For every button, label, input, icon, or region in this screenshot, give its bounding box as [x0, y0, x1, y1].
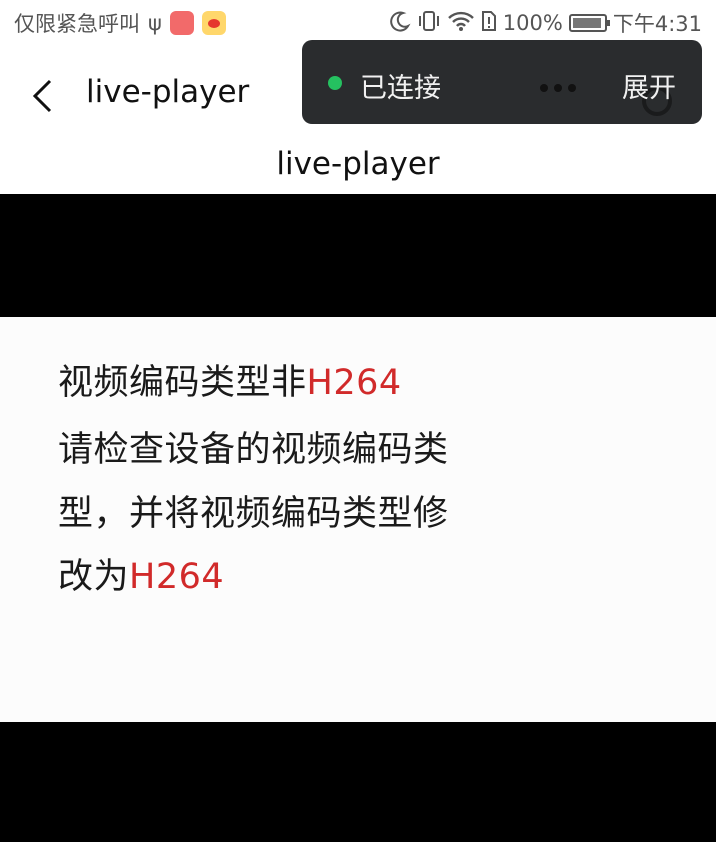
- carrier-status-text: 仅限紧急呼叫: [14, 12, 140, 36]
- expand-button[interactable]: 展开: [622, 66, 676, 105]
- battery-icon: [568, 14, 610, 32]
- video-letterbox-bottom: [0, 722, 716, 842]
- vibrate-icon: [417, 10, 441, 37]
- video-letterbox-top: [0, 194, 716, 317]
- clock: 下午4:31: [612, 12, 702, 36]
- error-line-4: 改为H264: [58, 557, 225, 597]
- usb-icon: ψ: [148, 11, 162, 35]
- app-notification-icon: [169, 11, 194, 35]
- connected-indicator-icon: [328, 76, 342, 90]
- more-icon[interactable]: [538, 82, 578, 94]
- status-bar-left: 仅限紧急呼叫 ψ: [14, 8, 226, 38]
- error-line-2: 请检查设备的视频编码类: [58, 430, 449, 470]
- status-bar-right: 100% 下午4:31: [389, 8, 702, 38]
- codec-highlight: H264: [129, 557, 225, 597]
- sim-icon: [481, 10, 497, 37]
- connection-popup[interactable]: 已连接 展开: [302, 40, 702, 124]
- error-line-1: 视频编码类型非H264: [58, 363, 402, 403]
- codec-highlight: H264: [306, 363, 402, 403]
- page-title: live-player: [276, 146, 440, 182]
- nav-title: live-player: [86, 74, 250, 110]
- error-line-3: 型，并将视频编码类型修: [58, 494, 449, 534]
- weibo-icon: [201, 11, 226, 35]
- chevron-left-icon: [32, 79, 52, 113]
- back-button[interactable]: [22, 76, 62, 116]
- moon-icon: [389, 10, 411, 37]
- wifi-icon: [447, 10, 475, 37]
- connection-status: 已连接: [360, 73, 441, 104]
- battery-percent: 100%: [502, 11, 563, 35]
